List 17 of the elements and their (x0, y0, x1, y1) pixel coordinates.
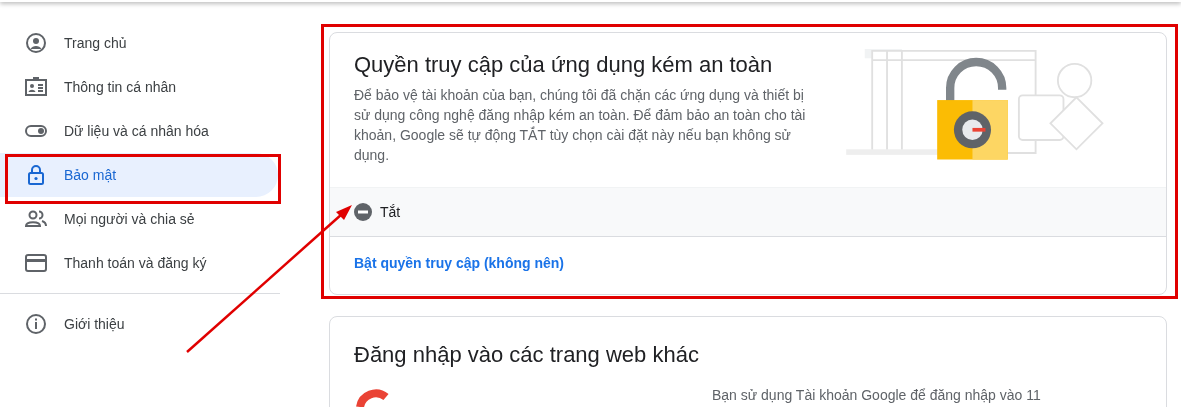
card-description: Để bảo vệ tài khoản của bạn, chúng tôi đã chặn các ứng dụng và thiết bị sử dụng công nghệ đăng nhập kém an toàn. Để đảm bảo an toàn cho tài khoản, Google sẽ tự động TẮT tùy chọn cài đặt này nếu bạn không sử dụng. (354, 86, 807, 165)
sidebar-item[interactable]: Giới thiệu (0, 302, 278, 346)
sidebar-item[interactable]: Bảo mật (0, 153, 278, 197)
card-description: Bạn sử dụng Tài khoản Google để đăng nhập vào 11 (712, 386, 1042, 405)
sidebar-item[interactable]: Dữ liệu và cá nhân hóa (0, 109, 278, 153)
card-title: Quyền truy cập của ứng dụng kém an toàn (354, 51, 774, 79)
sidebar-item[interactable]: Trang chủ (0, 21, 278, 65)
account-icon (24, 31, 48, 55)
status-text: Tắt (380, 202, 401, 222)
enable-access-link[interactable]: Bật quyền truy cập (không nên) (354, 255, 564, 271)
sidebar-item[interactable]: Thanh toán và đăng ký (0, 241, 278, 285)
sidebar-item[interactable]: Thông tin cá nhân (0, 65, 278, 109)
id-card-icon (24, 75, 48, 99)
card-title: Đăng nhập vào các trang web khác (353, 341, 700, 369)
credit-card-icon (24, 251, 48, 275)
info-icon (24, 312, 48, 336)
sidebar-item[interactable]: Mọi người và chia sẻ (0, 197, 278, 241)
